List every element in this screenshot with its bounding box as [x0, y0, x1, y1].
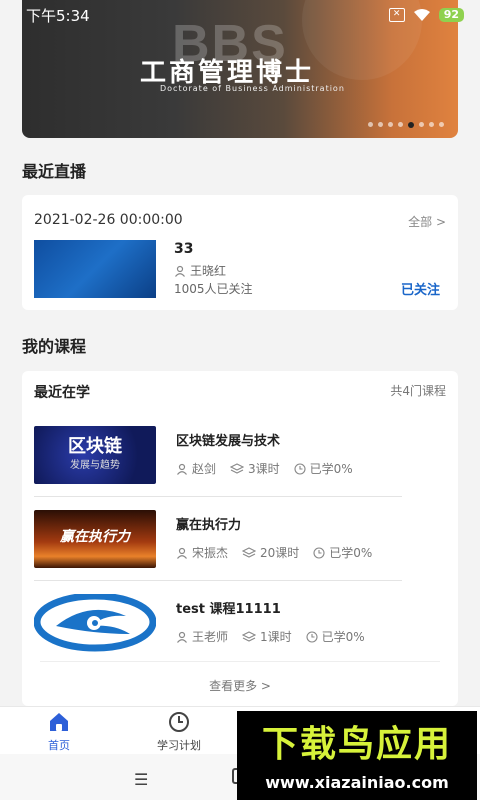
banner-dot[interactable]: [378, 122, 383, 127]
status-bar: 下午5:34 ✕ 92: [0, 0, 480, 30]
course-lessons: 20课时: [242, 544, 299, 561]
view-more-link[interactable]: 查看更多 >: [22, 677, 458, 694]
status-time: 下午5:34: [26, 6, 90, 25]
clock-icon: [294, 462, 306, 475]
live-thumbnail[interactable]: [34, 240, 156, 298]
course-meta: 宋振杰 20课时 已学0%: [176, 544, 372, 561]
course-name: 区块链发展与技术: [176, 434, 281, 449]
course-teacher: 宋振杰: [176, 544, 228, 561]
banner-dot[interactable]: [419, 122, 424, 127]
live-card[interactable]: 2021-02-26 00:00:00 全部 > 33 王晓红 1005人已关注…: [22, 195, 458, 310]
course-name: 赢在执行力: [176, 518, 242, 533]
thumb-title: 区块链: [68, 436, 122, 457]
layers-icon: [242, 630, 257, 642]
home-icon: [50, 713, 68, 731]
progress-text: 已学0%: [309, 462, 353, 476]
course-item[interactable]: test 课程11111 王老师 1课时 已学0%: [34, 594, 402, 678]
banner-dot[interactable]: [398, 122, 403, 127]
recent-learning-label: 最近在学: [34, 385, 90, 401]
row-divider: [34, 580, 402, 581]
course-card: 最近在学 共4门课程 区块链 发展与趋势 区块链发展与技术 赵剑 3课时 已学0…: [22, 371, 458, 706]
course-lessons: 1课时: [242, 628, 292, 645]
live-date: 2021-02-26 00:00:00: [34, 212, 183, 228]
banner-subtitle: Doctorate of Business Administration: [160, 84, 345, 93]
course-item[interactable]: 区块链 发展与趋势 区块链发展与技术 赵剑 3课时 已学0%: [34, 426, 402, 510]
clock-icon: [313, 546, 325, 559]
lesson-count: 20课时: [260, 546, 300, 560]
course-thumbnail: 区块链 发展与趋势: [34, 426, 156, 484]
course-meta: 王老师 1课时 已学0%: [176, 628, 365, 645]
teacher-name: 王老师: [192, 630, 229, 644]
watermark-overlay: 下载鸟应用 www.xiazainiao.com: [237, 711, 477, 800]
follow-button[interactable]: 已关注: [401, 279, 440, 298]
banner-dot[interactable]: [429, 122, 434, 127]
battery-icon: 92: [438, 8, 464, 22]
course-lessons: 3课时: [230, 460, 280, 477]
course-progress: 已学0%: [306, 628, 365, 645]
live-all-link[interactable]: 全部 >: [408, 213, 446, 230]
course-progress: 已学0%: [294, 460, 353, 477]
wifi-icon: [413, 9, 430, 21]
live-follower-count: 1005人已关注: [174, 282, 253, 296]
user-icon: [177, 631, 187, 643]
watermark-url: www.xiazainiao.com: [265, 773, 449, 792]
sim-off-icon: ✕: [388, 8, 405, 22]
banner-dot[interactable]: [439, 122, 444, 127]
clock-icon: [306, 630, 318, 643]
layers-icon: [230, 462, 245, 474]
lesson-count: 3课时: [248, 462, 280, 476]
row-divider: [34, 496, 402, 497]
live-section-title: 最近直播: [22, 162, 87, 181]
course-teacher: 赵剑: [176, 460, 216, 477]
watermark-title: 下载鸟应用: [261, 724, 452, 765]
course-count: 共4门课程: [390, 384, 446, 398]
progress-text: 已学0%: [321, 630, 365, 644]
menu-icon[interactable]: ☰: [134, 770, 148, 789]
thumb-subtitle: 发展与趋势: [70, 460, 120, 471]
live-teacher: 王晓红: [174, 262, 226, 279]
course-progress: 已学0%: [313, 544, 372, 561]
bird-logo-icon: [34, 594, 156, 652]
live-title: 33: [174, 241, 194, 257]
teacher-name: 宋振杰: [192, 546, 229, 560]
course-name: test 课程11111: [176, 602, 281, 617]
course-item[interactable]: 赢在执行力 赢在执行力 宋振杰 20课时 已学0%: [34, 510, 402, 594]
banner-pagination[interactable]: [368, 122, 444, 128]
lesson-count: 1课时: [260, 630, 292, 644]
clock-icon: [169, 712, 189, 732]
tab-study-plan-label: 学习计划: [157, 739, 201, 752]
tab-home-label: 首页: [48, 739, 70, 752]
user-icon: [175, 265, 185, 277]
course-teacher: 王老师: [176, 628, 228, 645]
user-icon: [177, 547, 187, 559]
progress-text: 已学0%: [329, 546, 373, 560]
layers-icon: [242, 546, 257, 558]
tab-study-plan[interactable]: 学习计划: [134, 711, 224, 753]
teacher-name: 赵剑: [192, 462, 217, 476]
course-meta: 赵剑 3课时 已学0%: [176, 460, 353, 477]
more-divider: [40, 661, 440, 662]
user-icon: [177, 463, 187, 475]
banner-dot[interactable]: [388, 122, 393, 127]
banner-dot[interactable]: [408, 122, 414, 128]
course-thumbnail: [34, 594, 156, 652]
tab-home[interactable]: 首页: [14, 711, 104, 753]
courses-section-title: 我的课程: [22, 337, 87, 356]
course-thumbnail: 赢在执行力: [34, 510, 156, 568]
status-icons: ✕ 92: [388, 8, 464, 22]
thumb-title: 赢在执行力: [60, 529, 130, 545]
banner-dot[interactable]: [368, 122, 373, 127]
live-teacher-name: 王晓红: [190, 264, 227, 278]
